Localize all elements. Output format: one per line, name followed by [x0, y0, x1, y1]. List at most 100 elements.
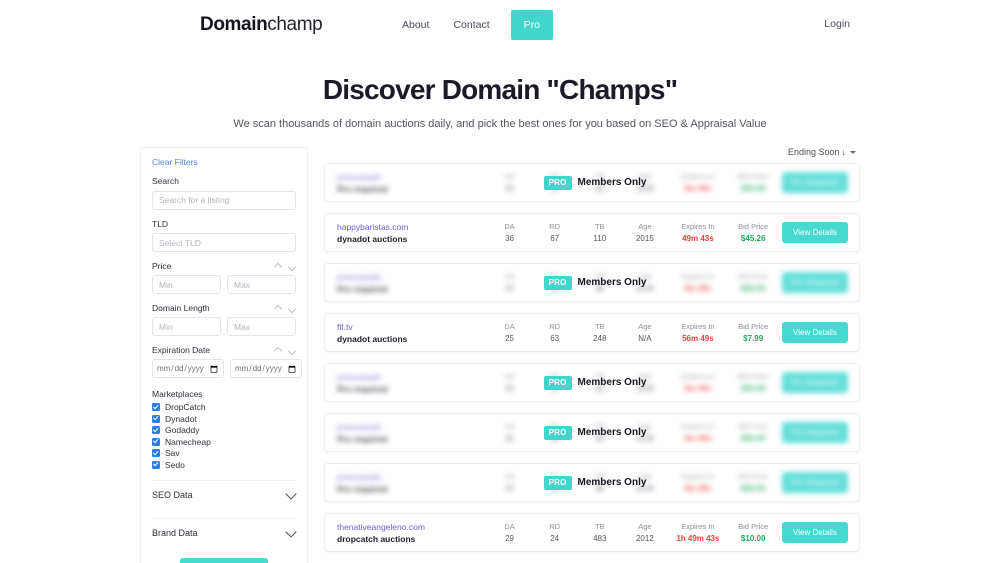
stat-label: Bid Price	[738, 371, 769, 381]
price-min-input[interactable]	[152, 275, 221, 294]
table-row[interactable]: proexample Pro required DA 22 RD 15 TB 9…	[324, 363, 860, 402]
expiration-date-from-input[interactable]	[152, 359, 224, 378]
marketplace-label: Dynadot	[165, 413, 197, 424]
clear-filters-link[interactable]: Clear Filters	[152, 157, 296, 167]
table-row[interactable]: thenativeangeleno.com dropcatch auctions…	[324, 513, 860, 552]
checkbox-icon[interactable]	[152, 403, 160, 411]
nav-item-about[interactable]: About	[390, 12, 441, 38]
sort-dropdown[interactable]: Ending Soon ↓	[788, 147, 856, 157]
logo-text-bold: Domain	[200, 14, 268, 35]
stat-expires: Expires In 1h 49m 43s	[667, 521, 728, 545]
stat-label: Expires In	[681, 521, 715, 531]
stat-label: Bid Price	[738, 271, 769, 281]
view-details-button[interactable]: View Details	[781, 522, 848, 543]
stat-tb: TB 90	[577, 271, 622, 295]
marketplace-option-sav[interactable]: Sav	[152, 448, 296, 458]
marketplace-label: Sedo	[165, 459, 185, 470]
nav-item-contact[interactable]: Contact	[441, 12, 501, 38]
price-max-input[interactable]	[227, 275, 296, 294]
listing-domain-cell: proexample Pro required	[337, 171, 487, 195]
chevron-up-icon[interactable]	[275, 263, 282, 270]
search-label: Search	[152, 176, 179, 186]
pro-required-button[interactable]: Pro Required	[781, 422, 848, 443]
checkbox-icon[interactable]	[152, 414, 160, 423]
stat-value: 2018	[635, 483, 654, 493]
stat-label: DA	[504, 271, 515, 281]
pro-required-button[interactable]: Pro Required	[781, 272, 848, 293]
stat-label: RD	[549, 421, 561, 431]
listing-action-cell: Pro Required	[778, 272, 848, 293]
expiration-date-to-input[interactable]	[230, 359, 302, 378]
stat-value: 2018	[635, 383, 654, 393]
listing-domain-cell: proexample Pro required	[337, 471, 487, 495]
chevron-down-icon[interactable]	[287, 490, 296, 499]
search-input[interactable]	[152, 190, 296, 210]
stat-da: DA 29	[487, 521, 532, 545]
checkbox-icon[interactable]	[152, 426, 160, 434]
chevron-down-icon[interactable]	[850, 150, 856, 154]
domain-name[interactable]: thenativeangeleno.com	[337, 521, 487, 533]
domain-name[interactable]: happybaristas.com	[337, 221, 487, 233]
view-details-button[interactable]: View Details	[781, 322, 848, 343]
login-link[interactable]: Login	[824, 18, 850, 30]
stat-label: Expires In	[681, 271, 715, 281]
table-row[interactable]: happybaristas.com dynadot auctions DA 36…	[324, 213, 860, 252]
sort-bar: Ending Soon ↓	[324, 147, 860, 157]
stat-label: Age	[638, 171, 652, 181]
nav-item-pro[interactable]: Pro	[510, 10, 553, 40]
table-row[interactable]: proexample Pro required DA 22 RD 15 TB 9…	[324, 413, 860, 452]
section-seo-data[interactable]: SEO Data	[152, 479, 296, 508]
marketplace-name: Pro required	[337, 183, 388, 194]
filter-expiration-date: Expiration Date	[152, 345, 302, 378]
stat-value: 15	[550, 483, 560, 493]
domain-length-min-input[interactable]	[152, 317, 221, 336]
marketplace-option-dropcatch[interactable]: DropCatch	[152, 402, 296, 412]
pro-required-button[interactable]: Pro Required	[781, 472, 848, 493]
checkbox-icon[interactable]	[152, 449, 160, 457]
checkbox-icon[interactable]	[152, 460, 160, 469]
filter-search: Search	[152, 176, 296, 210]
view-details-button[interactable]: View Details	[781, 222, 848, 243]
domain-name: proexample	[337, 371, 382, 382]
expiration-date-stepper[interactable]	[275, 347, 296, 354]
price-stepper[interactable]	[275, 263, 296, 270]
marketplace-option-dynadot[interactable]: Dynadot	[152, 414, 296, 424]
stat-value: 25	[505, 333, 514, 343]
stat-value: $00.00	[740, 283, 766, 293]
site-logo[interactable]: Domainchamp	[200, 14, 323, 36]
table-row[interactable]: proexample Pro required DA 22 RD 15 TB 9…	[324, 163, 860, 202]
stat-value: $00.00	[740, 483, 766, 493]
pro-required-button[interactable]: Pro Required	[781, 372, 848, 393]
chevron-down-icon[interactable]	[289, 263, 296, 270]
marketplace-name: dynadot auctions	[337, 233, 408, 244]
pro-required-button[interactable]: Pro Required	[781, 172, 848, 193]
listing-action-cell: View Details	[778, 322, 848, 343]
stat-da: DA 22	[487, 371, 532, 395]
marketplace-option-sedo[interactable]: Sedo	[152, 460, 296, 470]
section-brand-data[interactable]: Brand Data	[152, 517, 296, 546]
domain-length-stepper[interactable]	[275, 305, 296, 312]
chevron-up-icon[interactable]	[275, 347, 282, 354]
stat-value: 0m 00s	[684, 483, 712, 493]
chevron-up-icon[interactable]	[275, 305, 282, 312]
marketplace-option-namecheap[interactable]: Namecheap	[152, 437, 296, 447]
domain-name[interactable]: ftl.tv	[337, 321, 487, 333]
table-row[interactable]: ftl.tv dynadot auctions DA 25 RD 63 TB 2…	[324, 313, 860, 352]
checkbox-icon[interactable]	[152, 437, 160, 446]
domain-length-max-input[interactable]	[227, 317, 296, 336]
marketplace-option-godaddy[interactable]: Godaddy	[152, 425, 296, 435]
stat-label: DA	[504, 421, 515, 431]
stat-label: Expires In	[681, 371, 715, 381]
chevron-down-icon[interactable]	[287, 528, 296, 537]
update-search-button[interactable]: Update Search	[179, 557, 269, 563]
table-row[interactable]: proexample Pro required DA 22 RD 15 TB 9…	[324, 263, 860, 302]
chevron-down-icon[interactable]	[289, 305, 296, 312]
sort-direction-icon[interactable]: ↓	[842, 147, 847, 157]
stat-value: 24	[550, 533, 560, 543]
stat-value: 56m 49s	[682, 333, 714, 343]
tld-select[interactable]	[152, 233, 296, 252]
page-subtitle: We scan thousands of domain auctions dai…	[233, 118, 767, 130]
chevron-down-icon[interactable]	[289, 347, 296, 354]
table-row[interactable]: proexample Pro required DA 22 RD 15 TB 9…	[324, 463, 860, 502]
domain-name: proexample	[337, 421, 382, 432]
